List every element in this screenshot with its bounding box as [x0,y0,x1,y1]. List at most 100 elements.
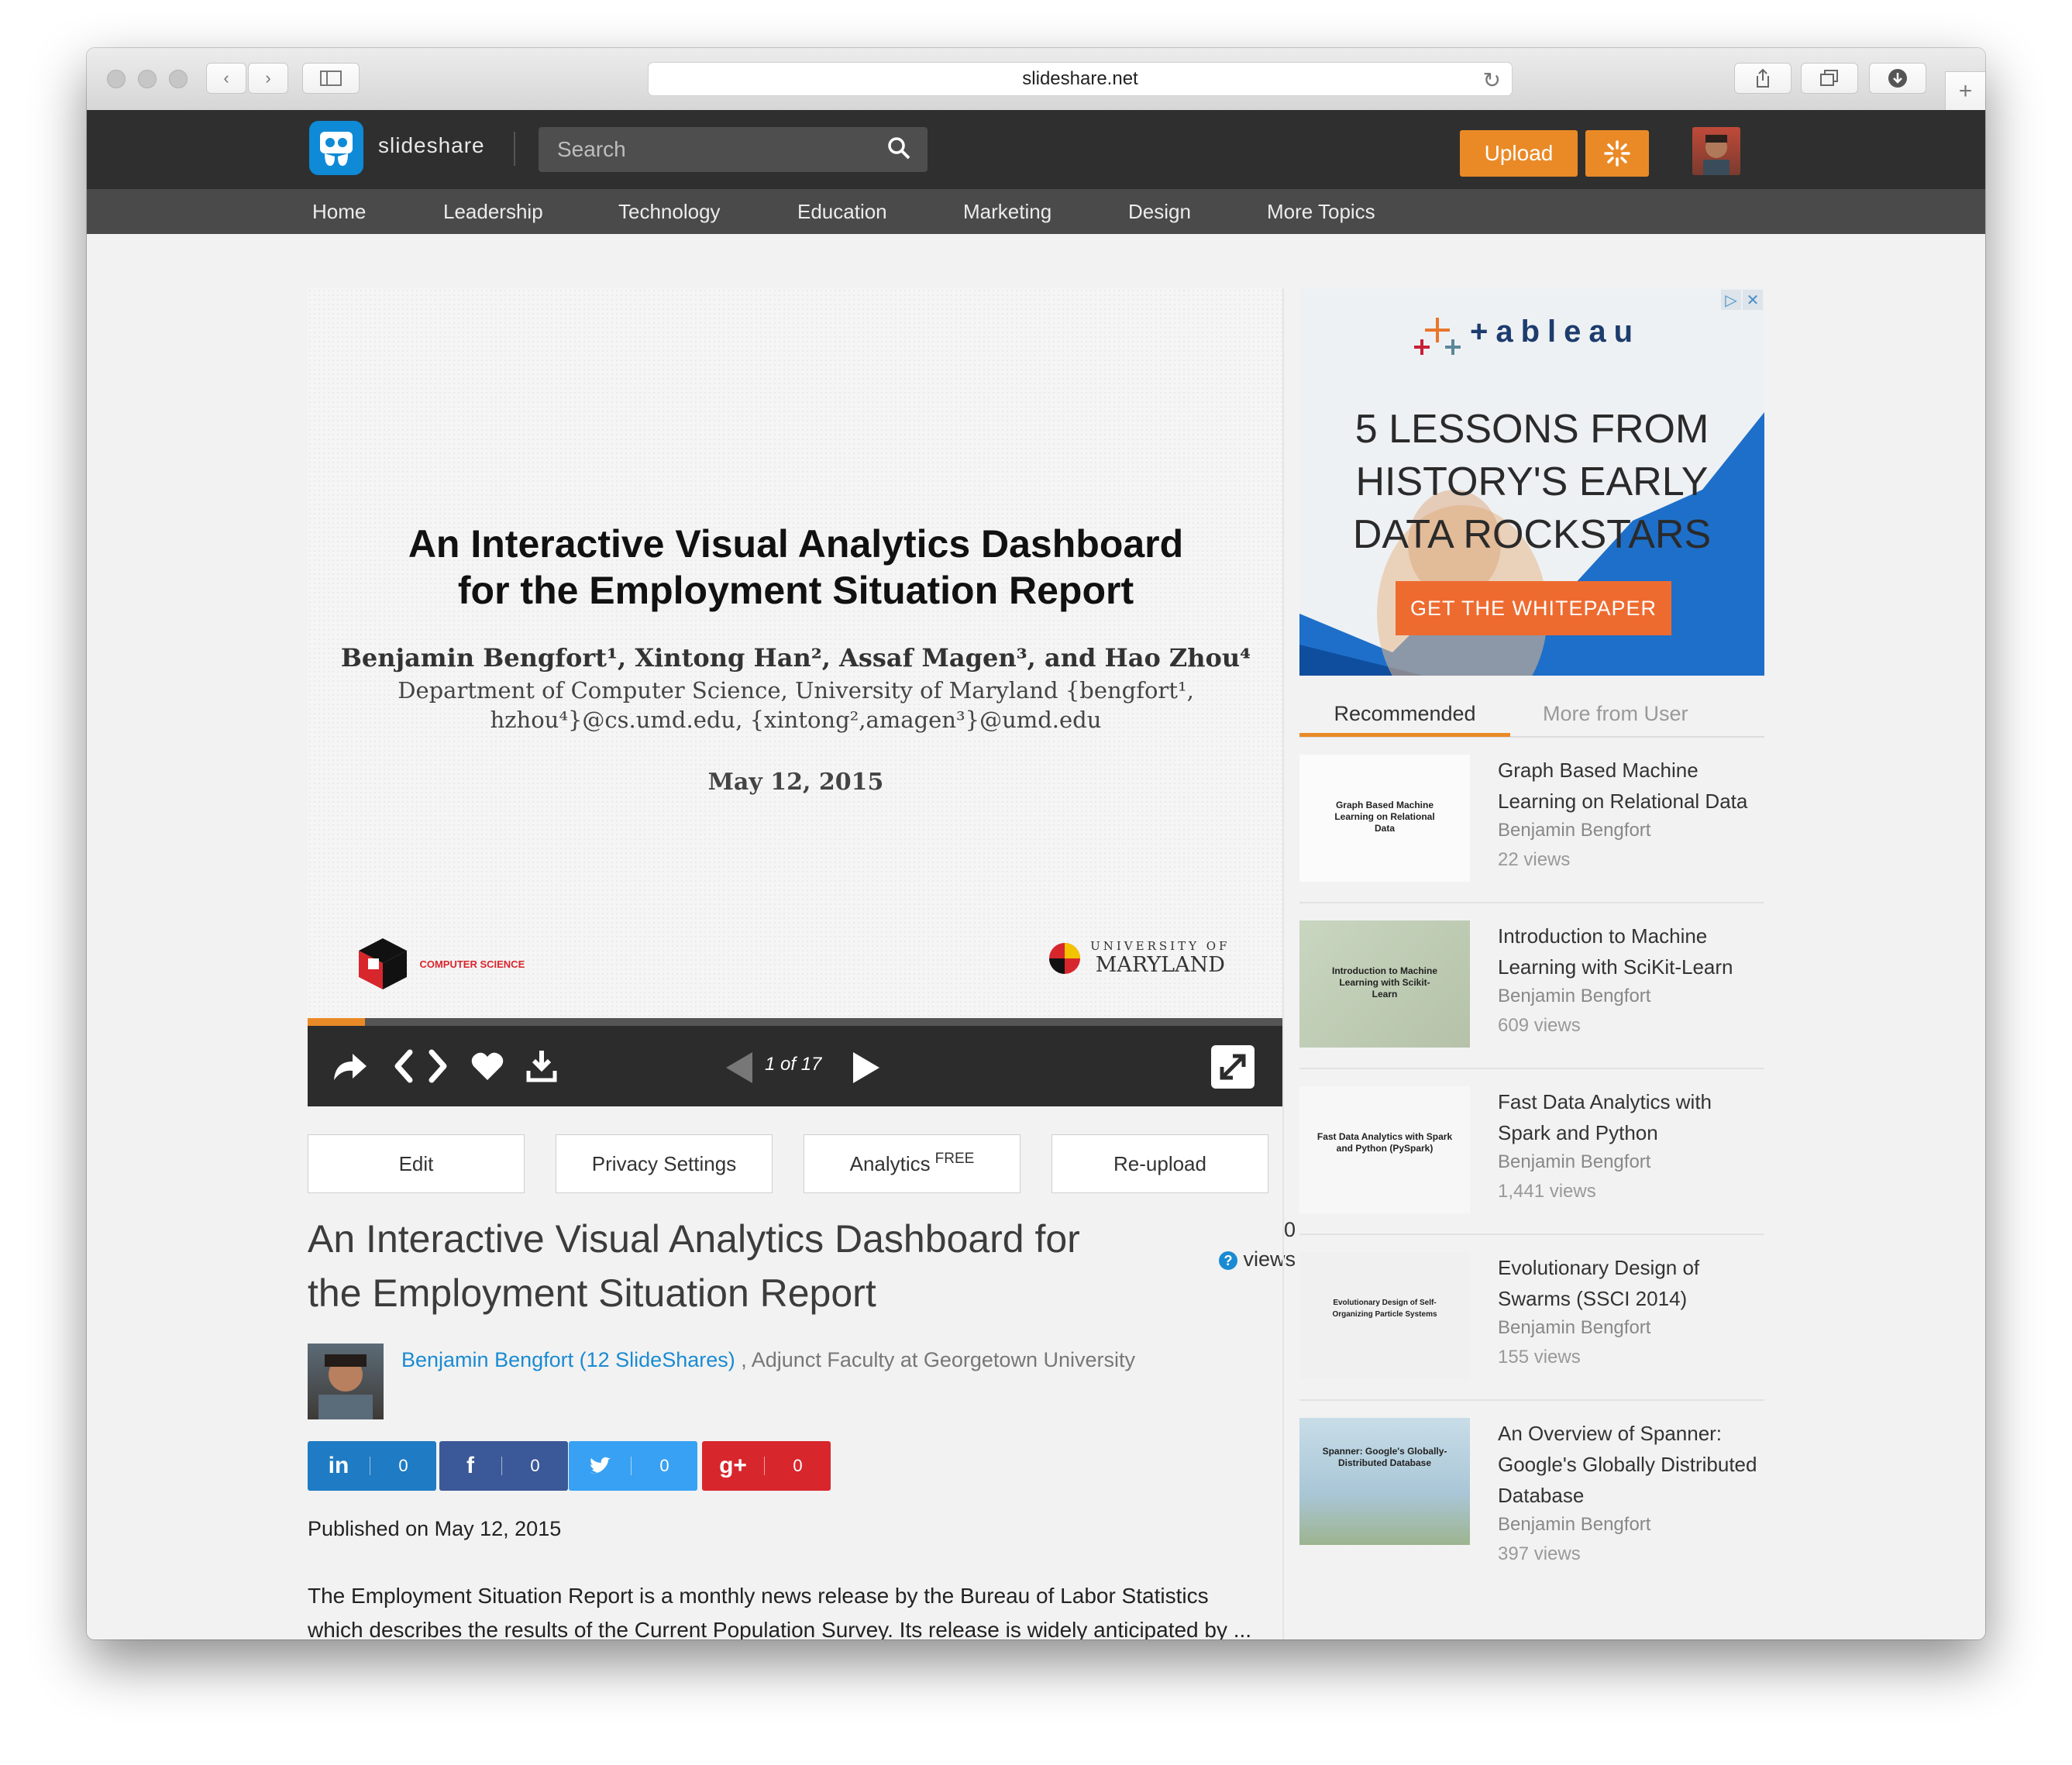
new-tab-button[interactable]: + [1945,71,1985,110]
nav-design[interactable]: Design [1128,200,1191,224]
brand-name[interactable]: slideshare [378,133,485,158]
tableau-ad[interactable]: ▷ ✕ +ableau 5 LESSONS FROM HISTORY'S EAR… [1299,288,1764,676]
linkedin-icon: in [328,1453,349,1478]
umd-logo-line: MARYLAND [1095,953,1225,977]
recommended-item[interactable]: Spanner: Google's Globally-Distributed D… [1299,1401,1764,1587]
slide-affiliation-line: Department of Computer Science, Universi… [398,677,1194,704]
privacy-settings-button[interactable]: Privacy Settings [556,1134,773,1193]
upload-button[interactable]: Upload [1460,130,1578,177]
tabs-overview-button[interactable] [1801,63,1858,94]
analytics-label: Analytics [849,1151,931,1175]
ad-info-icon[interactable]: ▷ [1721,290,1741,310]
sidebar-toggle-button[interactable] [302,63,360,94]
fullscreen-button[interactable] [1211,1045,1255,1089]
recommended-thumbnail[interactable]: Fast Data Analytics with Spark and Pytho… [1299,1086,1470,1213]
views-count: 0 [1283,1218,1296,1241]
slide-authors: Benjamin Bengfort¹, Xintong Han², Assaf … [340,643,1251,673]
recommended-views: 1,441 views [1498,1181,1596,1202]
reupload-button[interactable]: Re-upload [1051,1134,1268,1193]
clipper-button[interactable] [1585,130,1649,177]
author-link[interactable]: Benjamin Bengfort (12 SlideShares) [401,1348,735,1371]
recommended-title[interactable]: An Overview of Spanner: Google's Globall… [1498,1418,1769,1511]
author-role: , Adjunct Faculty at Georgetown Universi… [741,1348,1135,1371]
nav-leadership[interactable]: Leadership [443,200,543,224]
recommended-item[interactable]: Evolutionary Design of Self-Organizing P… [1299,1235,1764,1401]
slide-viewer[interactable]: An Interactive Visual Analytics Dashboar… [308,288,1284,1018]
embed-code-icon[interactable] [393,1049,449,1083]
minimize-window-icon[interactable] [138,70,157,88]
recommended-title[interactable]: Evolutionary Design of Swarms (SSCI 2014… [1498,1252,1769,1314]
ad-cta-button[interactable]: GET THE WHITEPAPER [1396,581,1671,635]
download-icon[interactable] [526,1049,557,1083]
thumbnail-text: Spanner: Google's Globally-Distributed D… [1322,1446,1447,1468]
recommended-item[interactable]: Fast Data Analytics with Spark and Pytho… [1299,1069,1764,1235]
nav-education[interactable]: Education [797,200,887,224]
share-arrow-icon[interactable] [329,1046,370,1086]
nav-more-topics[interactable]: More Topics [1267,200,1375,224]
heart-icon[interactable] [470,1051,504,1082]
tab-more-from-user[interactable]: More from User [1543,702,1688,726]
search-input[interactable]: Search [539,127,928,172]
back-button[interactable]: ‹ [206,63,246,94]
expand-icon [1220,1054,1246,1080]
analytics-button[interactable]: Analytics FREE [804,1134,1021,1193]
download-icon [1888,69,1907,88]
twitter-share-count: 0 [659,1456,669,1475]
slide-title-line: An Interactive Visual Analytics Dashboar… [408,522,1184,566]
player-controls: 1 of 17 [308,1026,1284,1106]
slide-affiliation-line: hzhou⁴}@cs.umd.edu, {xintong²,amagen³}@u… [490,707,1102,733]
recommended-thumbnail[interactable]: Spanner: Google's Globally-Distributed D… [1299,1418,1470,1545]
recommended-item[interactable]: Introduction to Machine Learning with Sc… [1299,903,1764,1069]
recommended-title[interactable]: Introduction to Machine Learning with Sc… [1498,920,1769,982]
sidebar-tabs: Recommended More from User [1299,691,1764,738]
edit-button[interactable]: Edit [308,1134,525,1193]
ad-brand: +ableau [1470,315,1641,349]
recommended-thumbnail[interactable]: Evolutionary Design of Self-Organizing P… [1299,1252,1470,1379]
slide-progress-bar[interactable] [308,1018,1284,1026]
recommended-title[interactable]: Graph Based Machine Learning on Relation… [1498,755,1769,817]
recommended-author[interactable]: Benjamin Bengfort [1498,820,1650,841]
tab-recommended[interactable]: Recommended [1299,702,1510,726]
facebook-share-button[interactable]: f 0 [439,1441,568,1491]
next-slide-icon[interactable] [850,1051,881,1085]
share-page-button[interactable] [1734,63,1791,94]
ad-close-icon[interactable]: ✕ [1743,290,1763,310]
recommended-item[interactable]: Graph Based Machine Learning on Relation… [1299,738,1764,903]
slideshare-logo-icon[interactable] [309,121,363,175]
browser-window: ‹ › slideshare.net ↻ + slideshare Search… [87,48,1985,1639]
help-icon[interactable]: ? [1218,1251,1237,1270]
thumbnail-text: Introduction to Machine Learning with Sc… [1332,965,1437,999]
recommended-author[interactable]: Benjamin Bengfort [1498,986,1650,1007]
googleplus-share-button[interactable]: g+ 0 [702,1441,831,1491]
close-window-icon[interactable] [107,70,126,88]
recommended-title[interactable]: Fast Data Analytics with Spark and Pytho… [1498,1086,1769,1148]
slide-affiliation: Department of Computer Science, Universi… [308,676,1284,735]
recommended-thumbnail[interactable]: Graph Based Machine Learning on Relation… [1299,755,1470,882]
chevron-left-icon: ‹ [223,68,229,88]
plus-icon: + [1958,77,1973,104]
active-tab-indicator [1299,733,1510,737]
nav-marketing[interactable]: Marketing [963,200,1051,224]
nav-home[interactable]: Home [312,200,366,224]
recommended-author[interactable]: Benjamin Bengfort [1498,1317,1650,1339]
linkedin-share-button[interactable]: in 0 [308,1441,436,1491]
browser-toolbar: ‹ › slideshare.net ↻ + [87,48,1985,111]
address-bar[interactable]: slideshare.net ↻ [648,62,1513,96]
forward-button[interactable]: › [248,63,288,94]
recommended-views: 397 views [1498,1543,1581,1564]
reload-icon[interactable]: ↻ [1483,67,1501,93]
search-icon[interactable] [886,135,914,163]
ad-headline: 5 LESSONS FROM HISTORY'S EARLY DATA ROCK… [1299,403,1764,561]
downloads-button[interactable] [1869,63,1926,94]
recommended-thumbnail[interactable]: Introduction to Machine Learning with Sc… [1299,920,1470,1048]
twitter-share-button[interactable]: 0 [569,1441,697,1491]
previous-slide-icon[interactable] [725,1051,755,1085]
recommended-author[interactable]: Benjamin Bengfort [1498,1151,1650,1173]
author-line: Benjamin Bengfort (12 SlideShares) , Adj… [401,1348,1135,1372]
site-header: slideshare Search Upload [87,110,1985,189]
recommended-author[interactable]: Benjamin Bengfort [1498,1514,1650,1536]
zoom-window-icon[interactable] [169,70,188,88]
user-avatar[interactable] [1692,127,1740,175]
nav-technology[interactable]: Technology [618,200,721,224]
author-avatar[interactable] [308,1344,384,1419]
